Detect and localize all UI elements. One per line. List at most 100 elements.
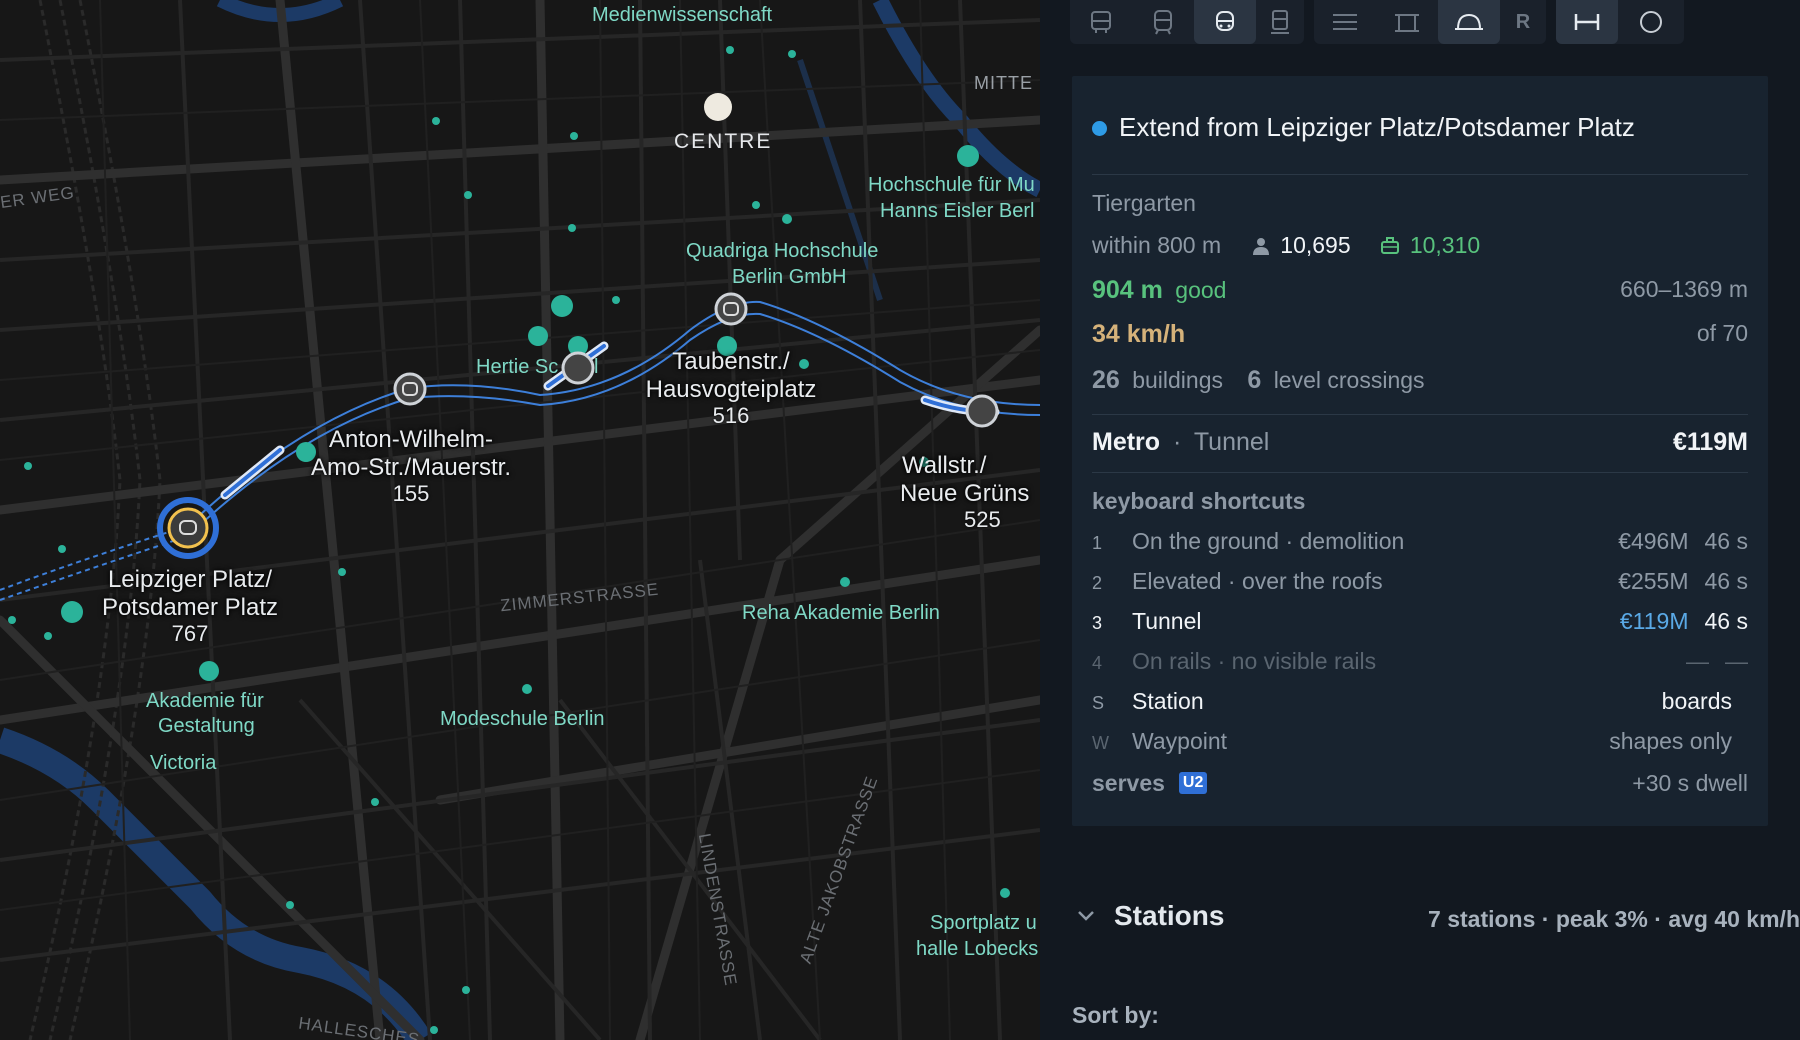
station-label-leipziger-platz[interactable]: Leipziger Platz/ Potsdamer Platz 767: [92, 566, 288, 646]
map-canvas: [0, 0, 1040, 1040]
buildings-count: 26: [1092, 366, 1120, 394]
poi-label: halle Lobecks: [916, 938, 1039, 960]
tunnel-icon: [1455, 13, 1483, 30]
card-title: Extend from Leipziger Platz/Potsdamer Pl…: [1119, 112, 1635, 142]
train-mode-button[interactable]: [1256, 0, 1304, 44]
station-ridership: 516: [712, 403, 750, 429]
segment-icon: [1574, 14, 1600, 30]
rails-button[interactable]: R: [1500, 0, 1546, 44]
mode-value: Metro: [1092, 428, 1161, 456]
shortcut-label: Tunnel: [1132, 608, 1202, 634]
station-label-wallstr[interactable]: Wallstr./ Neue Grüns 525: [900, 452, 1040, 532]
station-marker-wallstr: [965, 394, 999, 428]
station-ridership: 767: [171, 621, 209, 647]
shortcut-key: 4: [1092, 653, 1103, 673]
shortcut-cost-time: €119M 46 s: [1620, 608, 1748, 635]
mode-row: Metro · Tunnel €119M: [1092, 428, 1748, 457]
shortcut-time: —: [1725, 648, 1748, 674]
crossings-label: level crossings: [1273, 367, 1425, 393]
chevron-down-icon: [1078, 911, 1094, 921]
divider: [1092, 472, 1748, 473]
shortcut-cost: €496M: [1618, 528, 1689, 554]
poi-label: Hanns Eisler Berl: [880, 200, 1035, 222]
catchment-row: within 800 m 10,695 10,310: [1092, 232, 1748, 259]
station-marker-leipziger-platz: [157, 497, 219, 559]
elevated-button[interactable]: [1376, 0, 1438, 44]
bus-mode-button[interactable]: [1070, 0, 1132, 44]
shortcut-time: 46 s: [1704, 528, 1748, 554]
station-label-taubenstr[interactable]: Taubenstr./ Hausvogteiplatz 516: [636, 348, 826, 428]
stations-summary: 7 stations · peak 3% · avg 40 km/h: [1428, 906, 1800, 932]
at-grade-button[interactable]: [1314, 0, 1376, 44]
shortcut-key: 1: [1092, 533, 1103, 553]
shortcut-key: 3: [1092, 613, 1103, 633]
shortcut-row[interactable]: 1 On the ground · demolition €496M 46 s: [1092, 528, 1748, 555]
construction-value: Tunnel: [1193, 428, 1270, 456]
shortcut-cost-time: €255M 46 s: [1618, 568, 1748, 595]
shortcut-row-disabled: 4 On rails · no visible rails — —: [1092, 648, 1748, 675]
tram-icon: [1154, 10, 1172, 35]
shortcut-row[interactable]: 2 Elevated · over the roofs €255M 46 s: [1092, 568, 1748, 595]
mode-toolbar: R: [1070, 0, 1800, 44]
poi-label: Akademie für: [146, 690, 264, 712]
construction-type-group: R: [1314, 0, 1546, 44]
poi-label: Sportplatz u: [930, 912, 1037, 934]
station-name-line: Leipziger Platz/: [107, 566, 273, 593]
card-header: Extend from Leipziger Platz/Potsdamer Pl…: [1092, 112, 1748, 143]
shortcut-label: Waypoint: [1132, 728, 1228, 754]
metro-icon: [1216, 11, 1234, 31]
centre-label: CENTRE: [674, 130, 773, 153]
shortcut-row-selected[interactable]: 3 Tunnel €119M 46 s: [1092, 608, 1748, 635]
circle-tool-button[interactable]: [1620, 0, 1682, 44]
speed-value: 34 km/h: [1092, 320, 1186, 348]
shortcut-cost: €255M: [1618, 568, 1689, 594]
catchment-radius: within 800 m: [1092, 232, 1222, 258]
separator: ·: [1173, 428, 1182, 456]
segment-tool-button[interactable]: [1556, 0, 1618, 44]
rails-icon: R: [1515, 10, 1531, 33]
station-name-line: Wallstr./: [902, 452, 987, 479]
map-view[interactable]: MITTE CENTRE ER WEG ZIMMERSTRASSE LINDEN…: [0, 0, 1040, 1040]
poi-label: Reha Akademie Berlin: [742, 602, 940, 624]
crossings-count: 6: [1247, 366, 1262, 394]
line-badge-u2[interactable]: U2: [1178, 771, 1208, 794]
shortcut-row[interactable]: S Station boards: [1092, 688, 1748, 715]
vehicle-mode-group: [1070, 0, 1304, 44]
divider: [1092, 414, 1748, 415]
circle-icon: [1640, 11, 1662, 33]
shortcut-key: 2: [1092, 573, 1103, 593]
spacing-value: 904 m: [1092, 276, 1163, 304]
station-name-line: Anton-Wilhelm-: [328, 426, 494, 453]
shortcut-cost-time: — —: [1686, 648, 1748, 675]
station-ridership: 525: [964, 507, 1001, 533]
metro-mode-button[interactable]: [1194, 0, 1256, 44]
poi-label: l: [594, 356, 599, 378]
shortcut-label: Elevated · over the roofs: [1132, 568, 1383, 594]
poi-label: Quadriga Hochschule: [686, 240, 879, 262]
shortcut-cost: €119M: [1619, 608, 1689, 634]
sort-by-label: Sort by:: [1072, 1002, 1159, 1028]
person-icon: [1252, 238, 1269, 255]
station-marker-taubenstr: [714, 292, 748, 326]
district-label-mitte: MITTE: [974, 73, 1033, 93]
centre-marker: [704, 93, 732, 121]
at-grade-icon: [1333, 14, 1357, 30]
dwell-value: +30 s dwell: [1632, 770, 1748, 796]
tunnel-button[interactable]: [1438, 0, 1500, 44]
shortcut-row[interactable]: W Waypoint shapes only: [1092, 728, 1748, 755]
poi-label: Hertie Sc: [476, 356, 559, 378]
shortcut-value: boards: [1661, 688, 1732, 714]
tram-mode-button[interactable]: [1132, 0, 1194, 44]
serves-row: serves U2 +30 s dwell: [1092, 770, 1748, 797]
station-label-anton-wilhelm-amo[interactable]: Anton-Wilhelm- Amo-Str./Mauerstr. 155: [298, 426, 524, 506]
station-marker-anton-wilhelm-amo: [393, 372, 427, 406]
shortcut-cost-time: €496M 46 s: [1618, 528, 1748, 555]
shortcut-time: 46 s: [1704, 568, 1748, 594]
shortcut-cost: —: [1686, 648, 1709, 674]
speed-row: 34 km/h of 70: [1092, 320, 1748, 349]
area-name: Tiergarten: [1092, 190, 1196, 216]
elevated-icon: [1395, 14, 1419, 32]
stations-title: Stations: [1114, 900, 1225, 931]
line-color-dot: [1092, 121, 1107, 136]
stations-section-header[interactable]: Stations 7 stations · peak 3% · avg 40 k…: [1072, 896, 1800, 940]
